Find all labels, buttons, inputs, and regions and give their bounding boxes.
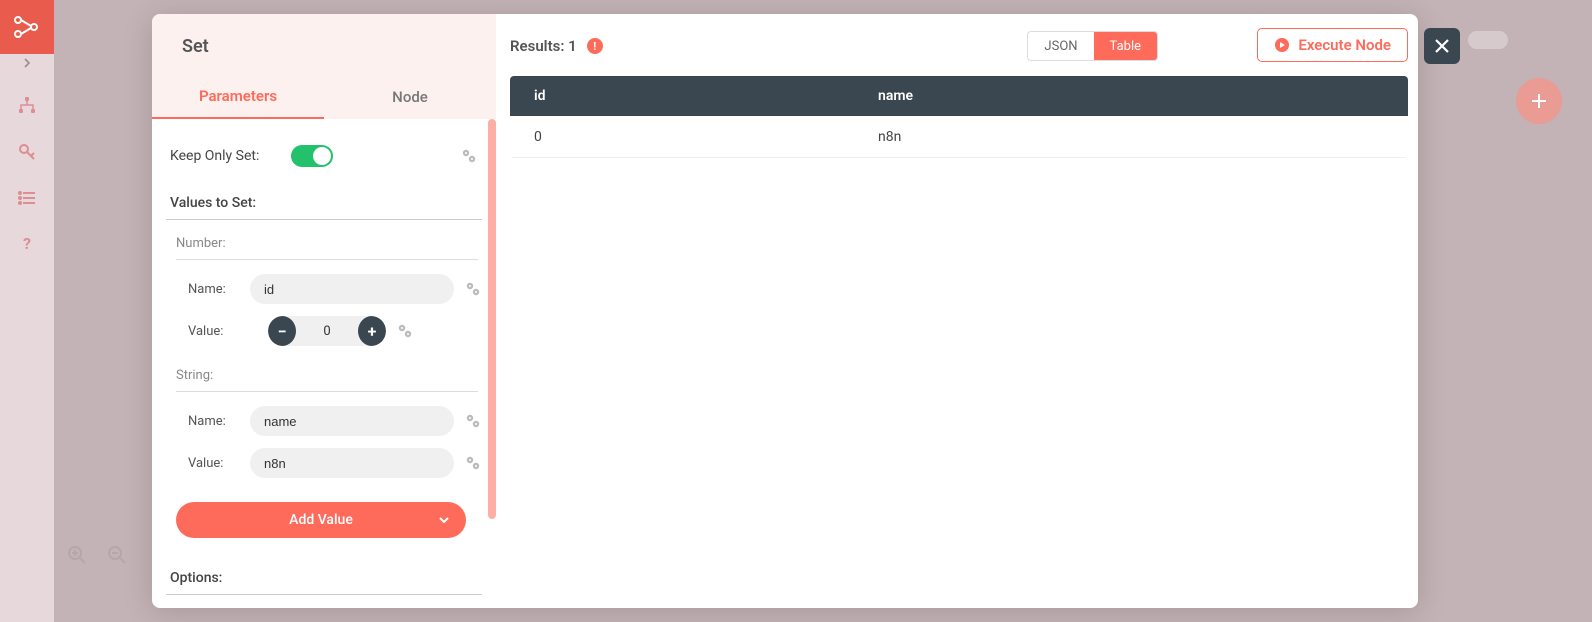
svg-text:?: ? <box>23 234 31 253</box>
execute-node-button[interactable]: Execute Node <box>1257 28 1408 62</box>
results-label: Results: 1 <box>510 37 577 55</box>
help-icon[interactable]: ? <box>15 232 39 256</box>
column-header-name: name <box>854 88 1408 104</box>
chevron-down-icon <box>438 514 450 526</box>
string-value-options-icon[interactable] <box>464 454 482 472</box>
string-name-label: Name: <box>188 414 250 429</box>
tab-parameters[interactable]: Parameters <box>152 75 324 119</box>
warning-icon[interactable]: ! <box>587 38 603 54</box>
parameters-panel: Set Parameters Node Keep Only Set: Value… <box>152 14 496 608</box>
results-panel: Results: 1 ! JSON Table Execute Node id … <box>496 14 1418 608</box>
zoom-in-button[interactable] <box>66 544 88 566</box>
number-value-stepper[interactable]: − 0 + <box>268 316 386 346</box>
stepper-decrement[interactable]: − <box>268 316 296 346</box>
values-to-set-label: Values to Set: <box>166 189 482 220</box>
number-name-label: Name: <box>188 282 250 297</box>
string-section-label: String: <box>176 368 478 392</box>
number-value: 0 <box>296 324 358 339</box>
node-title: Set <box>152 14 496 75</box>
table-row[interactable]: 0 n8n <box>510 116 1408 158</box>
add-value-label: Add Value <box>289 512 353 528</box>
results-count: 1 <box>568 37 577 55</box>
node-editor-modal: Set Parameters Node Keep Only Set: Value… <box>152 14 1418 608</box>
keep-only-set-toggle[interactable] <box>291 145 333 167</box>
number-name-options-icon[interactable] <box>464 280 482 298</box>
key-icon[interactable] <box>15 140 39 164</box>
cell-id: 0 <box>510 129 854 145</box>
cell-name: n8n <box>854 129 1408 145</box>
view-toggle: JSON Table <box>1027 31 1158 61</box>
string-name-input[interactable] <box>250 406 454 436</box>
string-name-options-icon[interactable] <box>464 412 482 430</box>
list-icon[interactable] <box>15 186 39 210</box>
expand-sidebar-button[interactable] <box>0 54 54 72</box>
zoom-controls <box>66 544 128 566</box>
app-sidebar: ? <box>0 0 54 622</box>
add-node-button[interactable] <box>1516 78 1562 124</box>
number-value-options-icon[interactable] <box>396 322 414 340</box>
string-value-input[interactable] <box>250 448 454 478</box>
execute-node-label: Execute Node <box>1298 36 1391 54</box>
number-value-label: Value: <box>188 324 268 339</box>
view-json-button[interactable]: JSON <box>1028 32 1093 60</box>
close-button[interactable] <box>1424 28 1460 64</box>
table-header: id name <box>510 76 1408 116</box>
zoom-out-button[interactable] <box>106 544 128 566</box>
column-header-id: id <box>510 88 854 104</box>
view-table-button[interactable]: Table <box>1094 32 1157 60</box>
keep-only-set-options-icon[interactable] <box>460 147 478 165</box>
tab-node[interactable]: Node <box>324 75 496 119</box>
scroll-indicator[interactable] <box>488 119 496 519</box>
app-logo[interactable] <box>0 0 54 54</box>
string-value-label: Value: <box>188 456 250 471</box>
results-table: id name 0 n8n <box>510 76 1408 158</box>
add-value-button[interactable]: Add Value <box>176 502 466 538</box>
workflow-icon[interactable] <box>15 94 39 118</box>
number-name-input[interactable] <box>250 274 454 304</box>
number-section-label: Number: <box>176 236 478 260</box>
background-toggle <box>1468 31 1508 49</box>
stepper-increment[interactable]: + <box>358 316 386 346</box>
options-label: Options: <box>166 564 482 595</box>
keep-only-set-label: Keep Only Set: <box>170 148 259 164</box>
